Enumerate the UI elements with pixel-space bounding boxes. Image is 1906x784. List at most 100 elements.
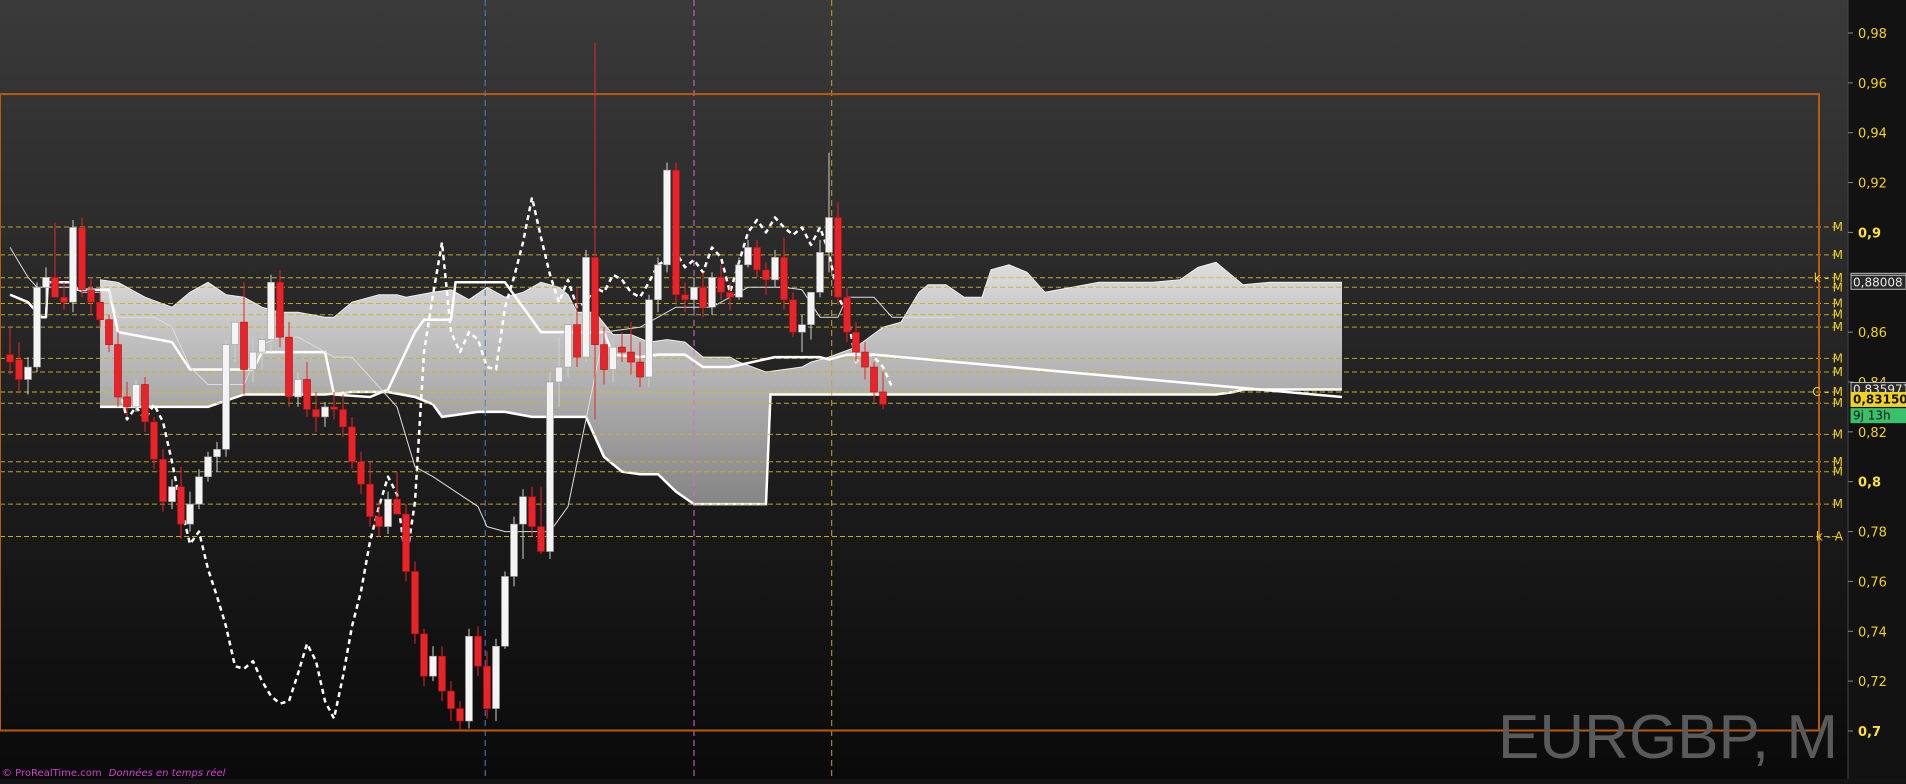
axis-tick-label: 0,86 xyxy=(1858,326,1887,341)
candle-body xyxy=(717,276,725,293)
level-label: M xyxy=(1833,427,1843,441)
candle-body xyxy=(195,476,203,505)
footer-brand-text: © ProRealTime.com xyxy=(2,768,102,779)
candle-body xyxy=(636,361,644,378)
candle-body xyxy=(609,346,617,370)
candle-body xyxy=(438,655,446,692)
axis-tick-label: 0,74 xyxy=(1858,625,1887,640)
axis-tick-label: 0,94 xyxy=(1858,127,1887,142)
ichimoku-candlestick-chart: EURGBP, M MMk - MMMMMMMC - MMMMMMk - A 0… xyxy=(0,0,1906,779)
candle-body xyxy=(312,409,320,418)
candle-body xyxy=(528,496,536,527)
candle-body xyxy=(96,301,104,320)
candle-body xyxy=(807,291,815,325)
candle-body xyxy=(627,351,635,363)
candle-body xyxy=(726,291,734,298)
level-label: M xyxy=(1833,465,1843,479)
candle-body xyxy=(321,406,329,418)
level-label: M xyxy=(1833,365,1843,379)
axis-tick-label: 0,92 xyxy=(1858,177,1887,192)
candle-body xyxy=(456,708,464,722)
candle-body xyxy=(339,409,347,428)
candle-body xyxy=(843,296,851,333)
candle-body xyxy=(231,321,239,345)
footer-note-text: Données en temps réel xyxy=(109,767,226,779)
candle-body xyxy=(303,379,311,410)
axis-tick-label: 0,7 xyxy=(1858,725,1881,740)
candle-body xyxy=(213,449,221,458)
candle-body xyxy=(492,645,500,709)
candle-body xyxy=(204,456,212,478)
candle-body xyxy=(447,690,455,709)
candle-body xyxy=(177,486,185,525)
level-label: M xyxy=(1833,351,1843,365)
axis-tick-label: 0,96 xyxy=(1858,77,1887,92)
candle-body xyxy=(861,351,869,368)
axis-tick-label: 0,8 xyxy=(1858,476,1881,491)
candle-body xyxy=(735,264,743,298)
candle-body xyxy=(249,351,257,370)
candle-body xyxy=(348,426,356,463)
footer-brand: © ProRealTime.com Données en temps réel xyxy=(2,767,226,779)
candle-body xyxy=(123,396,131,408)
candle-body xyxy=(645,299,653,378)
candle-body xyxy=(15,359,23,380)
candle-body xyxy=(672,169,680,296)
candle-body xyxy=(708,276,716,308)
candle-body xyxy=(114,344,122,398)
level-label: M xyxy=(1833,248,1843,262)
price-tag-label: 9j 13h xyxy=(1853,409,1891,423)
candle-body xyxy=(6,354,14,363)
level-label: M xyxy=(1833,220,1843,234)
candle-body xyxy=(798,324,806,333)
candle-body xyxy=(681,294,689,301)
candle-body xyxy=(663,169,671,266)
candle-body xyxy=(24,366,32,380)
candle-body xyxy=(690,286,698,301)
candle-body xyxy=(186,503,194,525)
level-label: M xyxy=(1833,320,1843,334)
candle-body xyxy=(375,516,383,527)
candle-body xyxy=(330,406,338,410)
candle-body xyxy=(582,257,590,358)
axis-tick-label: 0,72 xyxy=(1858,675,1887,690)
price-tag-label: 0,88008 xyxy=(1853,275,1903,289)
axis-tick-label: 0,76 xyxy=(1858,575,1887,590)
candle-body xyxy=(510,523,518,577)
candle-body xyxy=(168,486,176,502)
candle-body xyxy=(429,655,437,677)
axis-tick-label: 0,9 xyxy=(1858,226,1881,241)
candle-body xyxy=(69,227,77,303)
candle-body xyxy=(294,379,302,398)
candle-body xyxy=(384,498,392,527)
candle-body xyxy=(744,247,752,266)
level-label: M xyxy=(1833,497,1843,511)
candle-body xyxy=(33,286,41,368)
candle-body xyxy=(366,483,374,517)
candle-body xyxy=(501,576,509,647)
candle-body xyxy=(51,276,59,298)
candle-body xyxy=(852,331,860,353)
candle-body xyxy=(150,421,158,460)
candle-body xyxy=(573,324,581,358)
level-label: M xyxy=(1833,396,1843,410)
price-tag-label: 0,83150 xyxy=(1853,392,1906,406)
candle-body xyxy=(357,461,365,485)
axis-tick-label: 0,98 xyxy=(1858,27,1887,42)
candle-body xyxy=(654,264,662,301)
candle-body xyxy=(834,217,842,298)
instrument-watermark: EURGBP, M xyxy=(1498,703,1838,772)
candle-body xyxy=(600,344,608,370)
candle-body xyxy=(762,269,770,281)
candle-body xyxy=(267,281,275,340)
candle-body xyxy=(411,571,419,635)
candle-body xyxy=(618,346,626,353)
candle-body xyxy=(78,227,86,291)
axis-tick-label: 0,82 xyxy=(1858,426,1887,441)
candle-body xyxy=(537,526,545,552)
candle-body xyxy=(546,381,554,552)
candle-body xyxy=(159,458,167,502)
candle-body xyxy=(393,498,401,515)
candle-body xyxy=(483,665,491,709)
level-label: k - A xyxy=(1816,530,1844,544)
